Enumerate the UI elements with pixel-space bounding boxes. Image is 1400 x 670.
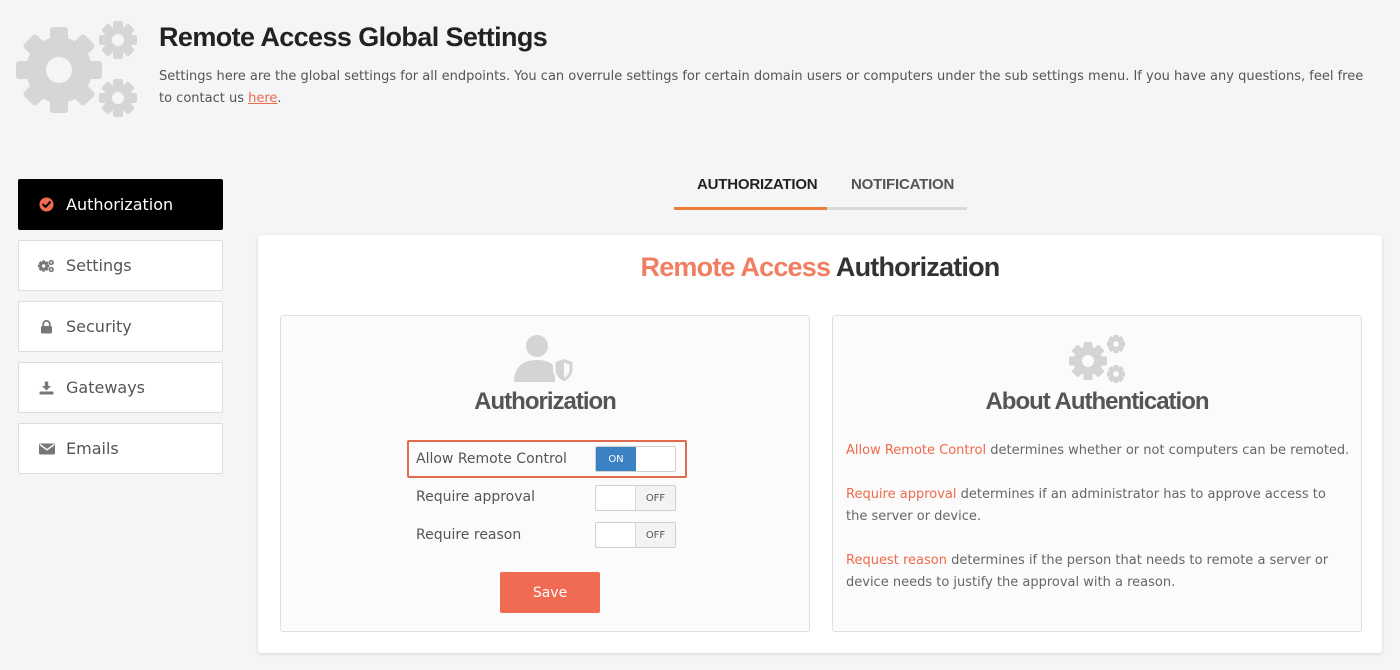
about-panel-title: About Authentication [985, 388, 1209, 415]
tab-bar: AUTHORIZATION NOTIFICATION [674, 168, 967, 210]
main-title-rest: Authorization [830, 252, 1000, 282]
main-card: Remote Access Authorization Authorizatio… [258, 235, 1382, 653]
require-reason-label: Require reason [416, 527, 522, 543]
allow-remote-control-toggle[interactable]: ON [595, 446, 676, 472]
page-description-end: . [277, 91, 282, 106]
sidebar-item-settings[interactable]: Settings [18, 240, 223, 291]
authorization-panel-title: Authorization [474, 388, 617, 415]
page-description-text: Settings here are the global settings fo… [159, 69, 1364, 106]
about-term: Require approval [846, 487, 957, 502]
page-title: Remote Access Global Settings [159, 22, 548, 52]
sidebar-item-security[interactable]: Security [18, 301, 223, 352]
lock-icon [38, 318, 55, 335]
sidebar-item-label: Settings [66, 256, 132, 275]
about-paragraph-approval: Require approval determines if an admini… [846, 484, 1351, 528]
sidebar-item-label: Authorization [66, 195, 174, 214]
toggle-on-state: ON [596, 447, 636, 471]
sidebar-item-emails[interactable]: Emails [18, 423, 223, 474]
main-title-accent: Remote Access [640, 252, 832, 282]
page-description: Settings here are the global settings fo… [159, 66, 1374, 110]
user-shield-icon [512, 334, 578, 390]
contact-link[interactable]: here [248, 91, 277, 106]
sidebar-item-gateways[interactable]: Gateways [18, 362, 223, 413]
allow-remote-control-label: Allow Remote Control [416, 451, 567, 467]
toggle-off-state: OFF [635, 523, 675, 547]
about-paragraph-reason: Request reason determines if the person … [846, 550, 1351, 594]
require-reason-toggle[interactable]: OFF [595, 522, 676, 548]
about-panel: About Authentication Allow Remote Contro… [832, 315, 1362, 632]
gears-icon [16, 20, 141, 118]
save-button[interactable]: Save [500, 572, 600, 613]
active-tab-indicator [674, 207, 827, 210]
tab-notification[interactable]: NOTIFICATION [851, 176, 954, 193]
cogs-icon [38, 257, 55, 274]
main-title: Remote Access Authorization [258, 252, 1382, 283]
authorization-panel: Authorization Allow Remote Control ON Re… [280, 315, 810, 632]
gears-icon [1066, 334, 1128, 390]
about-text: determines whether or not computers can … [986, 443, 1350, 458]
toggle-off-state: OFF [635, 486, 675, 510]
about-term: Allow Remote Control [846, 443, 987, 458]
tab-authorization[interactable]: AUTHORIZATION [697, 176, 818, 193]
envelope-icon [38, 440, 55, 457]
about-term: Request reason [846, 553, 947, 568]
sidebar-item-label: Gateways [66, 378, 146, 397]
require-approval-toggle[interactable]: OFF [595, 485, 676, 511]
sidebar-item-authorization[interactable]: Authorization [18, 179, 223, 230]
sidebar-item-label: Emails [66, 439, 119, 458]
download-icon [38, 379, 55, 396]
check-circle-icon [38, 196, 55, 213]
sidebar-item-label: Security [66, 317, 132, 336]
sidebar: Authorization Settings Security Gateways… [18, 179, 223, 484]
require-approval-label: Require approval [416, 489, 535, 505]
about-paragraph-remote-control: Allow Remote Control determines whether … [846, 440, 1351, 462]
